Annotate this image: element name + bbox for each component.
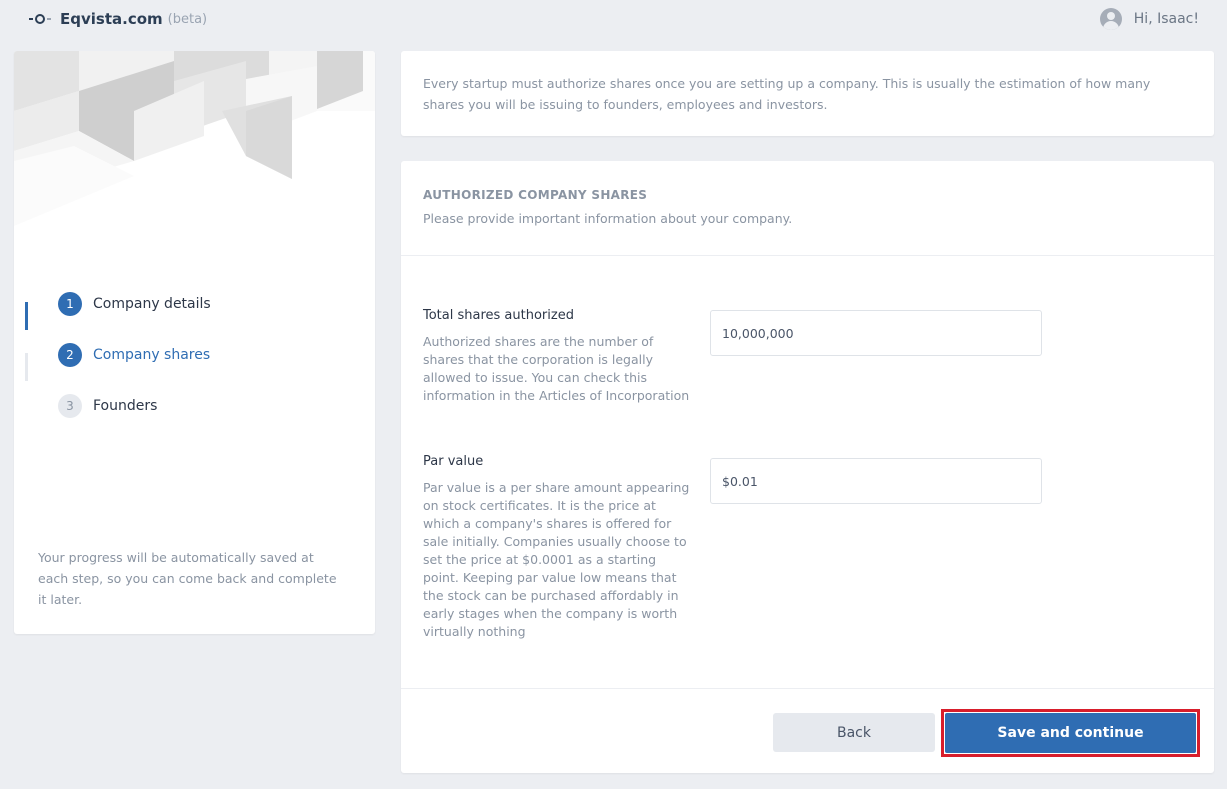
form-header: AUTHORIZED COMPANY SHARES Please provide… bbox=[401, 161, 1214, 256]
step-company-shares[interactable]: 2 Company shares bbox=[58, 329, 211, 380]
intro-text: Every startup must authorize shares once… bbox=[423, 76, 1151, 112]
brand-logo[interactable]: Eqvista.com (beta) bbox=[29, 9, 207, 29]
step-connector-done bbox=[25, 302, 28, 330]
wizard-sidebar: 1 Company details 2 Company shares 3 Fou… bbox=[14, 51, 375, 634]
total-shares-label: Total shares authorized bbox=[423, 308, 574, 323]
step-label: Company shares bbox=[93, 346, 211, 363]
step-number: 2 bbox=[58, 342, 82, 367]
total-shares-help: Authorized shares are the number of shar… bbox=[423, 334, 690, 403]
form-subtitle: Please provide important information abo… bbox=[423, 211, 793, 226]
save-button-highlight: Save and continue bbox=[941, 709, 1200, 757]
form-footer: Back Save and continue bbox=[401, 688, 1214, 773]
top-bar: Eqvista.com (beta) Hi, Isaac! bbox=[0, 0, 1227, 38]
beta-tag: (beta) bbox=[167, 11, 208, 27]
step-label: Founders bbox=[93, 397, 158, 414]
eqvista-logo-icon bbox=[29, 9, 51, 29]
save-and-continue-button[interactable]: Save and continue bbox=[945, 713, 1196, 753]
step-number: 3 bbox=[58, 393, 82, 418]
form-title: AUTHORIZED COMPANY SHARES bbox=[423, 188, 648, 202]
brand-name: Eqvista.com bbox=[60, 10, 163, 28]
progress-note: Your progress will be automatically save… bbox=[38, 550, 337, 607]
user-menu[interactable]: Hi, Isaac! bbox=[1099, 8, 1199, 30]
step-company-details[interactable]: 1 Company details bbox=[58, 278, 211, 329]
wizard-steps: 1 Company details 2 Company shares 3 Fou… bbox=[58, 278, 211, 431]
step-connector-pending bbox=[25, 353, 28, 381]
total-shares-input[interactable] bbox=[710, 310, 1042, 356]
user-greeting: Hi, Isaac! bbox=[1133, 11, 1199, 27]
decorative-illustration bbox=[14, 51, 375, 226]
authorized-shares-form: AUTHORIZED COMPANY SHARES Please provide… bbox=[401, 161, 1214, 773]
par-value-input[interactable] bbox=[710, 458, 1042, 504]
par-value-label: Par value bbox=[423, 454, 484, 469]
step-number: 1 bbox=[58, 291, 82, 316]
user-avatar-icon bbox=[1099, 8, 1122, 30]
intro-card: Every startup must authorize shares once… bbox=[401, 51, 1214, 136]
step-founders[interactable]: 3 Founders bbox=[58, 380, 211, 431]
par-value-help: Par value is a per share amount appearin… bbox=[423, 480, 690, 639]
step-label: Company details bbox=[93, 295, 211, 312]
back-button[interactable]: Back bbox=[773, 713, 935, 752]
